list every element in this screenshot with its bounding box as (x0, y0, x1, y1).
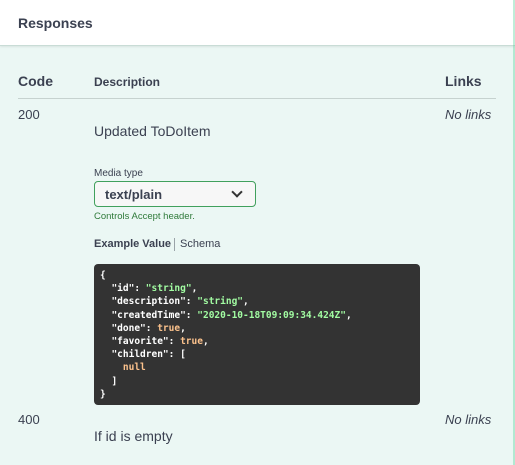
responses-header: Responses (0, 0, 515, 46)
example-favorite-value: true (180, 336, 203, 348)
column-header-description: Description (94, 75, 161, 89)
response-links-400: No links (445, 412, 492, 427)
chevron-down-icon (231, 186, 243, 198)
header-divider (18, 98, 496, 99)
response-description-400: If id is empty (94, 428, 173, 444)
example-id-value: string (151, 283, 186, 295)
tab-schema[interactable]: Schema (180, 238, 220, 250)
example-createdtime-value: 2020-10-18T09:09:34.424Z (202, 309, 341, 321)
media-type-value: text/plain (105, 187, 163, 202)
example-done-value: true (157, 322, 181, 334)
tab-separator (174, 238, 175, 251)
response-code-400: 400 (18, 412, 40, 427)
example-children-item: null (122, 362, 146, 374)
column-header-links: Links (445, 73, 482, 89)
tab-example-value[interactable]: Example Value (94, 238, 171, 250)
response-links-200: No links (445, 107, 492, 122)
example-description-value: string (202, 296, 238, 308)
example-value-code-block: { "id": "string", "description": "string… (94, 264, 420, 405)
responses-title: Responses (18, 15, 93, 31)
response-description-200: Updated ToDoItem (94, 123, 211, 139)
media-type-label: Media type (94, 168, 143, 179)
controls-accept-header-text: Controls Accept header. (94, 211, 195, 222)
media-type-select[interactable]: text/plain (94, 181, 256, 207)
response-code-200: 200 (18, 107, 40, 122)
column-header-code: Code (18, 73, 53, 89)
